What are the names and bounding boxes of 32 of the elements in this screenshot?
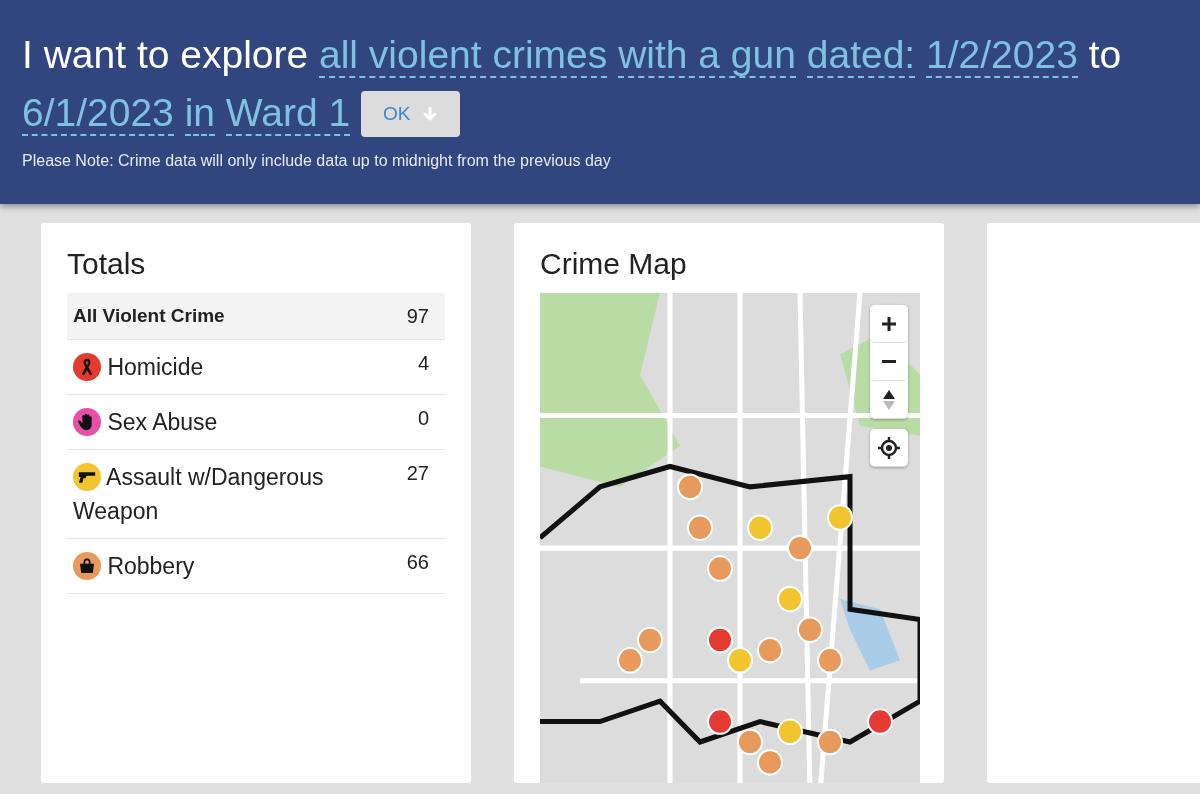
filter-link[interactable]: in [184, 91, 215, 136]
filter-link[interactable]: dated: [806, 33, 916, 78]
card-title: Crime Map [540, 247, 688, 281]
filter-link[interactable]: with a gun [618, 33, 796, 78]
locate-icon [878, 436, 900, 459]
compass-button[interactable] [870, 381, 908, 419]
locate-button[interactable] [870, 429, 908, 467]
row-label: All Violent Crime [73, 304, 225, 328]
filter-link[interactable]: 1/2/2023 [926, 33, 1078, 78]
minus-icon [881, 360, 897, 363]
row-count: 97 [406, 304, 429, 329]
row-label: Robbery [73, 549, 195, 583]
row-count: 4 [417, 351, 429, 376]
sentence-text: I want to explore [22, 33, 309, 76]
row-label: Assault w/Dangerous Weapon [73, 462, 325, 526]
note-text: Please Note: Crime data will only include data up to midnight from the previous day [22, 152, 612, 170]
filter-link[interactable]: Ward 1 [225, 91, 351, 136]
zoom-in-button[interactable] [870, 305, 908, 343]
row-label: Homicide [73, 350, 204, 384]
ok-button[interactable]: OK [360, 91, 461, 137]
filter-link[interactable]: all violent crimes [319, 33, 608, 78]
sentence-text: to [1088, 33, 1122, 76]
row-count: 0 [417, 406, 429, 431]
card-title: Totals [67, 247, 147, 281]
plus-icon [881, 315, 897, 332]
row-count: 27 [406, 461, 429, 486]
row-label: Sex Abuse [73, 405, 218, 439]
row-count: 66 [406, 550, 429, 575]
arrow-down-icon [422, 106, 439, 122]
filter-link[interactable]: 6/1/2023 [22, 91, 174, 136]
zoom-out-button[interactable] [870, 343, 908, 381]
compass-icon [882, 388, 896, 411]
